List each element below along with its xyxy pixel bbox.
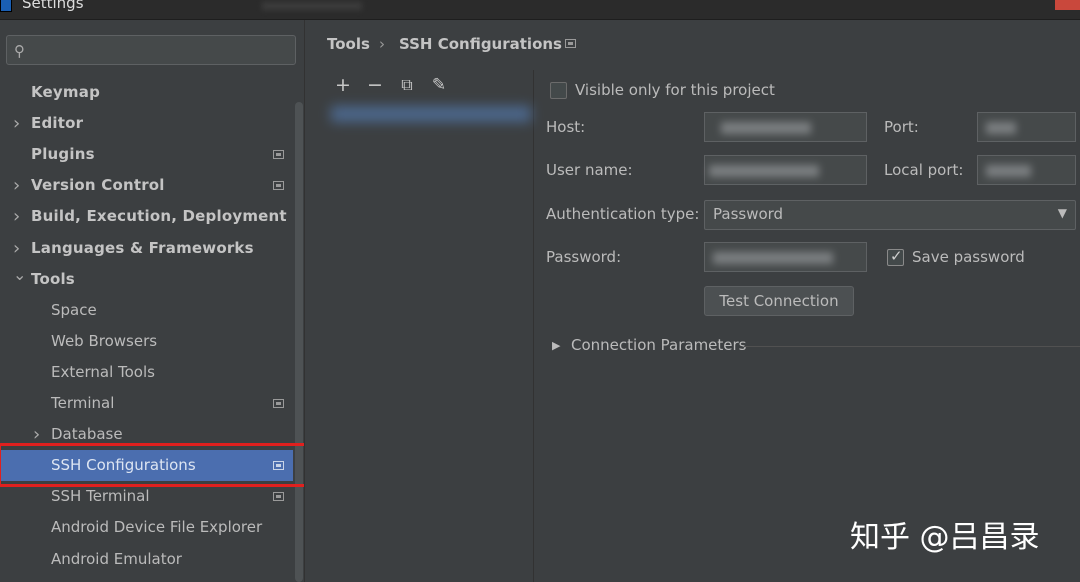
save-password-checkbox[interactable]: ✓ [887,247,904,266]
project-scope-icon [565,39,576,48]
auth-type-select[interactable]: Password ▼ [704,200,1076,230]
remove-config-button[interactable]: − [364,74,386,96]
chevron-right-icon[interactable]: › [13,201,20,232]
save-password-label: Save password [912,248,1025,266]
sidebar-item-label: Editor [31,114,84,133]
local-port-field[interactable] [977,155,1076,185]
search-icon: ⚲ [14,42,25,60]
sidebar-item-label: Space [51,300,97,319]
port-field[interactable] [977,112,1076,142]
test-connection-button[interactable]: Test Connection [704,286,854,316]
sidebar-item-label: Database [51,425,123,444]
local-port-label: Local port: [884,161,964,179]
host-label: Host: [546,118,586,136]
ssh-config-list-panel: + − ⧉ ✎ [305,70,534,582]
host-field[interactable] [704,112,867,142]
chevron-right-icon[interactable]: › [13,108,20,139]
sidebar-item-label: Version Control [31,176,165,195]
sidebar-item-label: Build, Execution, Deployment [31,207,287,226]
sidebar-item-database[interactable]: › Database [0,419,293,450]
project-scope-icon [273,181,284,191]
sidebar-item-ssh-configurations[interactable]: SSH Configurations [0,450,293,482]
sidebar-item-tools[interactable]: ⌄ Tools [0,264,293,295]
sidebar-item-label: Languages & Frameworks [31,238,254,257]
close-window-button[interactable] [1055,0,1080,10]
ssh-config-form: Visible only for this project Host: Port… [534,70,1080,582]
sidebar-scrollbar[interactable] [295,102,303,582]
sidebar-item-label: SSH Terminal [51,487,150,506]
blurred-username-value [709,165,819,177]
blurred-local-port-value [986,165,1031,177]
connection-parameters-toggle[interactable]: Connection Parameters [571,336,747,354]
port-label: Port: [884,118,919,136]
sidebar-item-external-tools[interactable]: External Tools [0,357,293,388]
username-field[interactable] [704,155,867,185]
chevron-right-icon[interactable]: › [33,419,40,450]
search-input[interactable] [35,39,285,61]
sidebar-item-build-execution-deployment[interactable]: › Build, Execution, Deployment [0,201,293,232]
copy-config-button[interactable]: ⧉ [396,74,418,96]
settings-sidebar: ⚲ Keymap › Editor Plugins › Version Control › B… [0,20,305,582]
blurred-password-value [713,252,833,264]
sidebar-item-version-control[interactable]: › Version Control [0,170,293,201]
sidebar-item-ssh-terminal[interactable]: SSH Terminal [0,481,293,512]
expand-arrow-icon[interactable]: ▶ [552,339,560,352]
auth-type-label: Authentication type: [546,205,700,223]
project-scope-icon [273,399,284,408]
sidebar-item-web-browsers[interactable]: Web Browsers [0,326,293,357]
titlebar-blurred-area [262,2,362,10]
sidebar-item-label: Terminal [51,394,115,412]
blurred-config-name [331,106,531,122]
sidebar-item-keymap[interactable]: Keymap [0,77,293,108]
sidebar-item-languages-frameworks[interactable]: › Languages & Frameworks [0,233,293,264]
project-scope-icon [273,150,284,160]
zhihu-watermark: 知乎 @吕昌录 [850,520,1040,555]
sidebar-item-editor[interactable]: › Editor [0,108,293,139]
sidebar-item-android-device-file-explorer[interactable]: Android Device File Explorer [0,512,293,543]
breadcrumb-parent[interactable]: Tools [327,33,370,55]
username-label: User name: [546,161,633,179]
settings-search[interactable]: ⚲ [6,35,296,65]
visible-only-label: Visible only for this project [575,81,775,99]
checkmark-icon: ✓ [890,247,903,265]
auth-type-value: Password [713,205,784,223]
sidebar-item-space[interactable]: Space [0,295,293,326]
sidebar-item-label: Keymap [31,83,101,101]
blurred-host-value [721,122,811,134]
breadcrumb-separator: › [379,35,385,53]
sidebar-item-android-emulator[interactable]: Android Emulator [0,544,293,575]
app-icon [0,0,12,12]
sidebar-item-label: Plugins [31,145,95,164]
window-title: Settings [22,0,84,12]
sidebar-item-label: Android Emulator [51,549,182,568]
sidebar-item-terminal[interactable]: Terminal [0,388,293,419]
sidebar-item-label: Android Device File Explorer [51,518,263,537]
breadcrumb-current: SSH Configurations [399,35,562,53]
project-scope-icon [273,492,284,502]
add-config-button[interactable]: + [332,74,354,96]
blurred-port-value [986,122,1016,134]
sidebar-item-label: Tools [31,269,75,288]
sidebar-item-label: Web Browsers [51,331,158,350]
ssh-config-list-item[interactable] [327,100,539,130]
password-field[interactable] [704,242,867,272]
section-divider [744,346,1080,347]
project-scope-icon [273,461,284,471]
visible-only-checkbox[interactable] [550,82,567,99]
edit-config-button[interactable]: ✎ [428,74,450,96]
sidebar-item-label: SSH Configurations [51,456,196,475]
chevron-right-icon[interactable]: › [13,170,20,201]
sidebar-item-plugins[interactable]: Plugins [0,139,293,170]
password-label: Password: [546,248,622,266]
sidebar-item-label: External Tools [51,362,155,381]
window-titlebar: Settings [0,0,1080,20]
chevron-down-icon[interactable]: ⌄ [13,259,26,290]
chevron-down-icon: ▼ [1057,206,1067,220]
